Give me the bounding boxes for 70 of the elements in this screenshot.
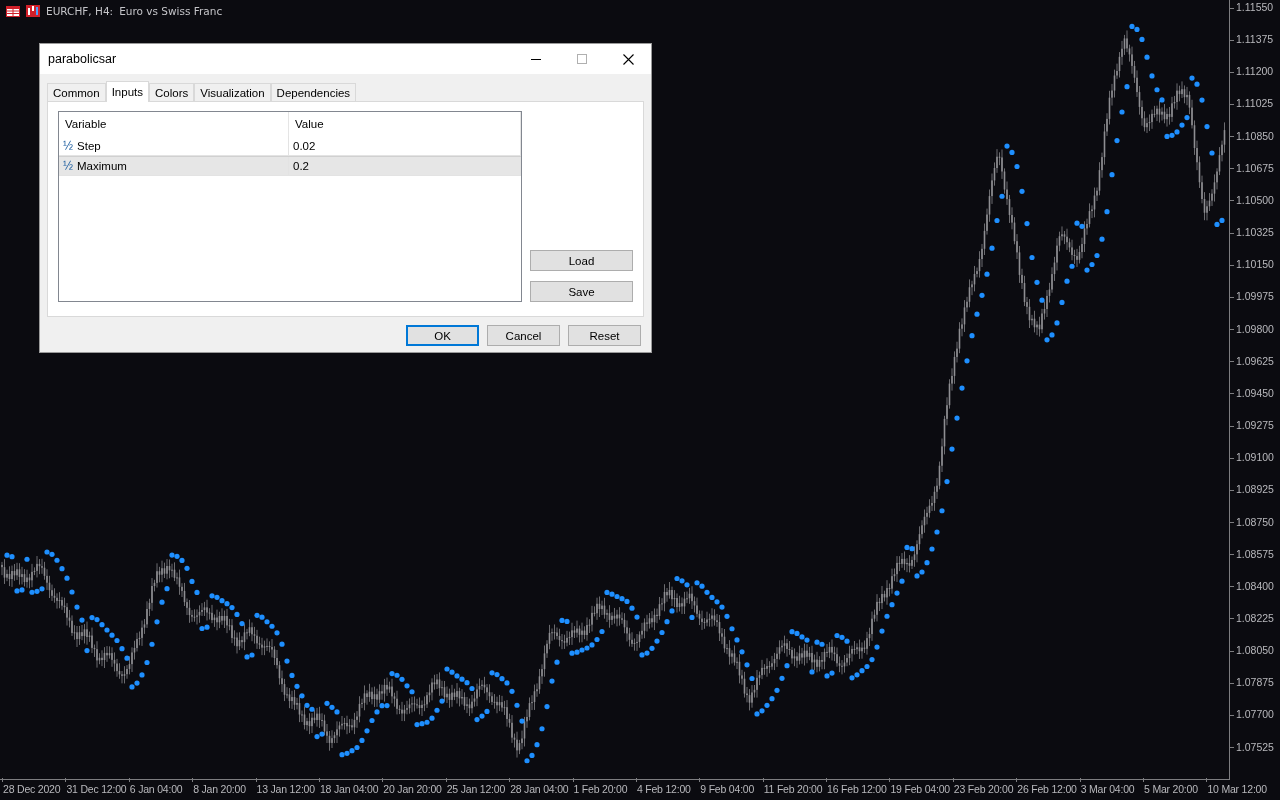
variable-value[interactable]: 0.02 [293, 139, 316, 152]
price-label: 1.08050 [1236, 644, 1274, 658]
time-label: 10 Mar 12:00 [1206, 782, 1267, 795]
close-icon[interactable] [622, 53, 634, 65]
side-button[interactable]: Save [530, 281, 633, 302]
price-label: 1.09800 [1236, 322, 1274, 336]
chart-symbol: EURCHF, H4: [46, 5, 114, 17]
price-label: 1.09275 [1236, 419, 1274, 433]
price-label: 1.08400 [1236, 579, 1274, 593]
column-header[interactable]: Variable [59, 112, 289, 136]
time-label: 13 Jan 12:00 [255, 782, 315, 795]
price-label: 1.11375 [1236, 33, 1274, 47]
time-label: 20 Jan 20:00 [382, 782, 442, 795]
side-button[interactable]: Load [530, 250, 633, 271]
price-label: 1.11550 [1236, 1, 1274, 14]
table-row[interactable]: ½ Maximum 0.2 [59, 156, 521, 176]
tab[interactable]: Dependencies [270, 83, 357, 101]
type-glyph: ½ [63, 138, 73, 153]
price-label: 1.08575 [1236, 547, 1274, 561]
time-label: 6 Jan 04:00 [128, 782, 183, 795]
price-label: 1.07525 [1236, 740, 1274, 754]
time-label: 8 Jan 20:00 [192, 782, 246, 795]
dialog-button[interactable]: Reset [568, 325, 641, 346]
time-label: 19 Feb 04:00 [889, 782, 950, 795]
time-label: 23 Feb 20:00 [952, 782, 1014, 795]
price-label: 1.07700 [1236, 708, 1274, 722]
price-label: 1.10500 [1236, 193, 1274, 207]
price-label: 1.07875 [1236, 676, 1274, 690]
time-label: 3 Mar 04:00 [1079, 782, 1135, 795]
tab[interactable]: Colors [149, 83, 195, 101]
tab[interactable]: Inputs [105, 81, 149, 102]
chart-description: Euro vs Swiss Franc [119, 5, 223, 17]
column-header[interactable]: Value [289, 112, 521, 136]
price-label: 1.09625 [1236, 354, 1274, 368]
time-label: 1 Feb 20:00 [572, 782, 628, 795]
time-label: 28 Jan 04:00 [509, 782, 569, 795]
price-label: 1.09975 [1236, 290, 1274, 304]
price-label: 1.10325 [1236, 226, 1274, 240]
tab[interactable]: Visualization [194, 83, 271, 101]
price-label: 1.08925 [1236, 483, 1274, 497]
price-label: 1.08750 [1236, 515, 1274, 529]
dialog-button[interactable]: Cancel [487, 325, 560, 346]
price-label: 1.11200 [1236, 65, 1274, 79]
time-label: 5 Mar 20:00 [1143, 782, 1198, 795]
price-label: 1.10850 [1236, 129, 1274, 143]
table-icon[interactable] [6, 5, 20, 17]
dialog-title: parabolicsar [47, 52, 118, 66]
time-label: 25 Jan 12:00 [445, 782, 506, 795]
price-label: 1.10675 [1236, 161, 1274, 175]
price-label: 1.11025 [1236, 97, 1274, 111]
variable-name: Maximum [77, 160, 127, 172]
variable-name: Step [77, 139, 101, 152]
tab[interactable]: Common [47, 83, 106, 101]
price-label: 1.10150 [1236, 258, 1274, 272]
price-label: 1.08225 [1236, 611, 1274, 625]
time-label: 9 Feb 04:00 [699, 782, 755, 795]
chart-icon[interactable] [26, 5, 40, 17]
price-label: 1.09100 [1236, 451, 1274, 465]
price-label: 1.09450 [1236, 386, 1274, 400]
time-label: 26 Feb 12:00 [1016, 782, 1077, 795]
time-label: 28 Dec 2020 [2, 782, 61, 795]
variable-value[interactable]: 0.2 [293, 160, 309, 172]
time-label: 31 Dec 12:00 [65, 782, 127, 795]
type-glyph: ½ [63, 159, 73, 173]
time-label: 16 Feb 12:00 [826, 782, 887, 795]
time-label: 11 Feb 20:00 [762, 782, 823, 795]
minimize-icon[interactable] [531, 58, 541, 60]
time-label: 4 Feb 12:00 [635, 782, 691, 795]
time-label: 18 Jan 04:00 [318, 782, 379, 795]
dialog-button[interactable]: OK [406, 325, 479, 346]
